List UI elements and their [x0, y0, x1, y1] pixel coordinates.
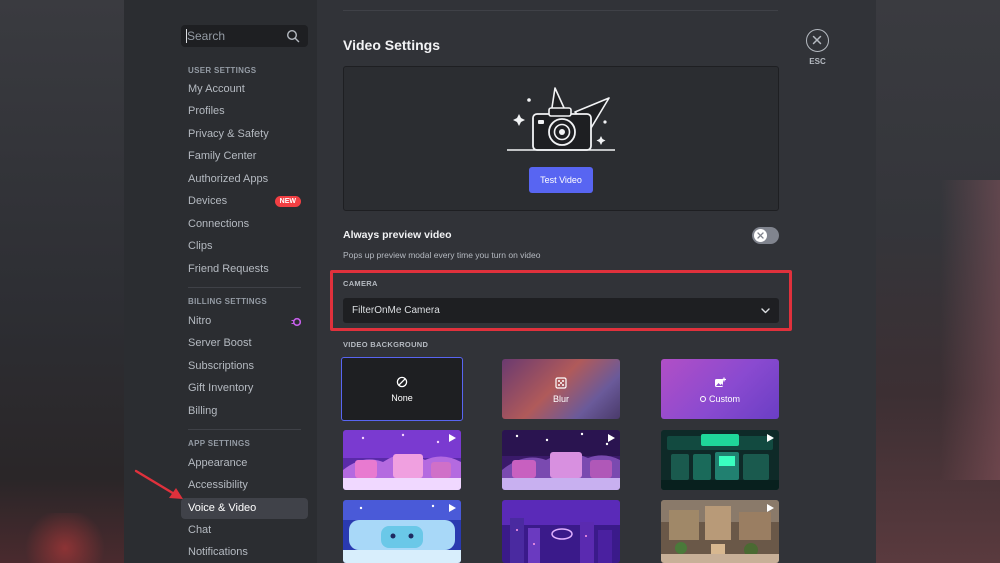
section-title-billing-settings: BILLING SETTINGS — [188, 297, 268, 306]
background-option-blur[interactable]: Blur — [502, 359, 620, 419]
sidebar-item-label: Accessibility — [188, 479, 248, 491]
play-icon — [449, 504, 456, 512]
camera-section-title: CAMERA — [343, 279, 378, 288]
sidebar-item-clips[interactable]: Clips — [181, 236, 308, 257]
sidebar-item-profiles[interactable]: Profiles — [181, 101, 308, 122]
content-divider — [343, 10, 778, 11]
sidebar-item-notifications[interactable]: Notifications — [181, 542, 308, 563]
sidebar-item-label: Friend Requests — [188, 263, 269, 275]
sidebar-item-label: Chat — [188, 524, 212, 536]
blur-icon — [555, 377, 567, 389]
sidebar-item-label: Clips — [188, 240, 213, 252]
sidebar-item-label: Subscriptions — [188, 360, 255, 372]
background-option-label: Custom — [661, 394, 779, 404]
sidebar-item-appearance[interactable]: Appearance — [181, 453, 308, 474]
play-icon — [449, 434, 456, 442]
none-icon — [396, 376, 408, 388]
sidebar-item-gift-inventory[interactable]: Gift Inventory — [181, 378, 308, 399]
background-option-none[interactable]: None — [341, 357, 463, 421]
camera-selected-value: FilterOnMe Camera — [352, 305, 440, 316]
background-preset[interactable] — [661, 430, 779, 490]
sidebar-item-label: Authorized Apps — [188, 173, 269, 185]
sidebar-item-label: Connections — [188, 218, 250, 230]
toggle-off-icon — [757, 232, 764, 239]
neon-city-thumbnail — [502, 500, 620, 563]
sidebar-divider — [188, 287, 301, 288]
background-preset[interactable] — [343, 430, 461, 490]
play-icon — [767, 434, 774, 442]
sidebar-divider — [188, 429, 301, 430]
ice-mascot-thumbnail — [343, 500, 461, 563]
sidebar-item-friend-requests[interactable]: Friend Requests — [181, 259, 308, 280]
sidebar-item-connections[interactable]: Connections — [181, 214, 308, 235]
sidebar-item-server-boost[interactable]: Server Boost — [181, 333, 308, 354]
snowy-village-thumbnail — [343, 430, 461, 490]
nitro-icon — [291, 317, 301, 327]
sidebar-item-label: Nitro — [188, 315, 212, 327]
section-title-app-settings: APP SETTINGS — [188, 439, 251, 448]
add-image-icon — [715, 377, 726, 387]
sidebar-item-label: Devices — [188, 195, 228, 207]
close-label: ESC — [809, 57, 826, 66]
sidebar-item-label: Notifications — [188, 546, 248, 558]
sidebar-item-label: My Account — [188, 83, 245, 95]
sidebar-item-voice-video[interactable]: Voice & Video — [181, 498, 308, 519]
chevron-down-icon — [761, 308, 770, 314]
search-input[interactable] — [187, 28, 282, 44]
nitro-mini-icon — [699, 396, 706, 402]
background-option-label: Blur — [552, 394, 569, 404]
sidebar-item-authorized-apps[interactable]: Authorized Apps — [181, 169, 308, 190]
background-preset[interactable] — [343, 500, 461, 563]
sidebar-item-nitro[interactable]: Nitro — [181, 311, 308, 332]
background-edge-right — [876, 0, 1000, 563]
background-edge-left — [0, 0, 124, 563]
arcade-thumbnail — [661, 430, 779, 490]
sidebar-item-label: Appearance — [188, 457, 248, 469]
sidebar-item-label: Profiles — [188, 105, 225, 117]
play-icon — [767, 504, 774, 512]
sidebar-item-label: Family Center — [188, 150, 257, 162]
camera-select[interactable]: FilterOnMe Camera — [343, 298, 779, 323]
sidebar-item-label: Privacy & Safety — [188, 128, 269, 140]
background-option-label: None — [391, 393, 413, 403]
sidebar-item-subscriptions[interactable]: Subscriptions — [181, 356, 308, 377]
always-preview-label: Always preview video — [343, 229, 452, 241]
video-background-title: VIDEO BACKGROUND — [343, 340, 429, 349]
play-icon — [608, 434, 615, 442]
test-video-button[interactable]: Test Video — [529, 167, 593, 193]
background-preset[interactable] — [661, 500, 779, 563]
night-village-thumbnail — [502, 430, 620, 490]
sidebar-item-chat[interactable]: Chat — [181, 520, 308, 541]
text-caret — [186, 29, 187, 43]
sidebar-item-label: Voice & Video — [188, 502, 257, 514]
background-preset[interactable] — [502, 500, 620, 563]
close-button[interactable] — [806, 29, 829, 52]
close-icon — [812, 35, 822, 45]
market-square-thumbnail — [661, 500, 779, 563]
camera-illustration-icon — [507, 87, 615, 151]
search-icon[interactable] — [286, 29, 300, 43]
sidebar-item-billing[interactable]: Billing — [181, 401, 308, 422]
sidebar-item-family-center[interactable]: Family Center — [181, 146, 308, 167]
new-badge: NEW — [274, 196, 301, 207]
always-preview-description: Pops up preview modal every time you tur… — [343, 250, 541, 260]
background-option-custom[interactable]: Custom — [661, 359, 779, 419]
section-title-user-settings: USER SETTINGS — [188, 66, 257, 75]
sidebar-item-privacy-safety[interactable]: Privacy & Safety — [181, 124, 308, 145]
background-preset[interactable] — [502, 430, 620, 490]
page-title: Video Settings — [343, 37, 440, 53]
always-preview-toggle[interactable] — [752, 227, 779, 244]
sidebar-item-label: Billing — [188, 405, 218, 417]
annotation-arrow-icon — [134, 469, 183, 499]
search-box[interactable] — [181, 25, 308, 47]
sidebar-item-devices[interactable]: Devices NEW — [181, 191, 308, 212]
sidebar-item-accessibility[interactable]: Accessibility — [181, 475, 308, 496]
sidebar-item-label: Server Boost — [188, 337, 252, 349]
custom-label-text: Custom — [708, 394, 740, 404]
sidebar-item-my-account[interactable]: My Account — [181, 79, 308, 100]
toggle-knob — [754, 229, 767, 242]
sidebar-item-label: Gift Inventory — [188, 382, 254, 394]
